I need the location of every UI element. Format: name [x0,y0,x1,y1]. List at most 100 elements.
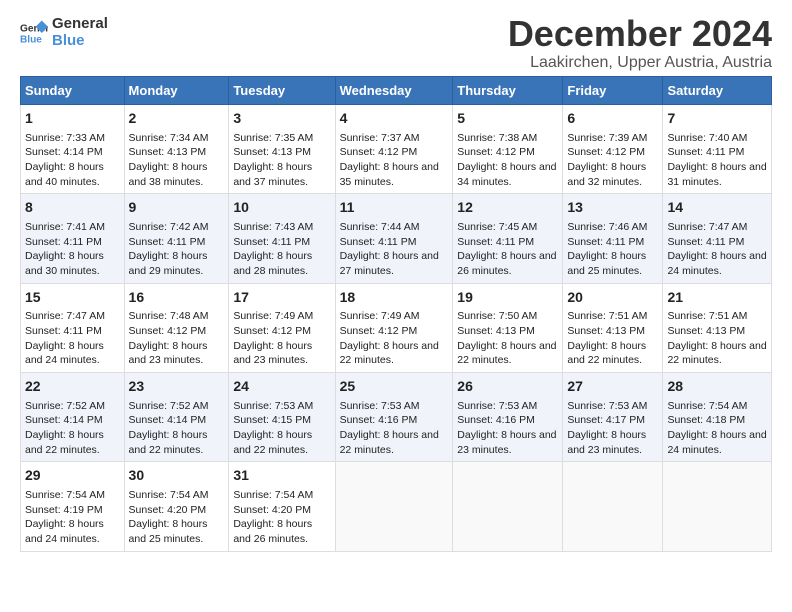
sunrise-text: Sunrise: 7:47 AM [25,309,120,324]
sunrise-text: Sunrise: 7:51 AM [567,309,658,324]
sunrise-text: Sunrise: 7:38 AM [457,131,558,146]
daylight-text: Daylight: 8 hours and 37 minutes. [233,160,330,189]
sunset-text: Sunset: 4:11 PM [129,235,225,250]
sunset-text: Sunset: 4:18 PM [667,413,767,428]
day-number: 21 [667,288,767,308]
daylight-text: Daylight: 8 hours and 22 minutes. [667,339,767,368]
day-number: 19 [457,288,558,308]
daylight-text: Daylight: 8 hours and 22 minutes. [25,428,120,457]
sunset-text: Sunset: 4:11 PM [667,145,767,160]
header-cell-saturday: Saturday [663,77,772,105]
daylight-text: Daylight: 8 hours and 23 minutes. [233,339,330,368]
daylight-text: Daylight: 8 hours and 24 minutes. [667,249,767,278]
sunrise-text: Sunrise: 7:51 AM [667,309,767,324]
sunset-text: Sunset: 4:13 PM [129,145,225,160]
daylight-text: Daylight: 8 hours and 22 minutes. [340,428,449,457]
day-cell: 28Sunrise: 7:54 AMSunset: 4:18 PMDayligh… [663,373,772,462]
sunrise-text: Sunrise: 7:44 AM [340,220,449,235]
sunrise-text: Sunrise: 7:35 AM [233,131,330,146]
day-cell: 31Sunrise: 7:54 AMSunset: 4:20 PMDayligh… [229,462,335,551]
day-number: 20 [567,288,658,308]
sunrise-text: Sunrise: 7:48 AM [129,309,225,324]
day-cell: 1Sunrise: 7:33 AMSunset: 4:14 PMDaylight… [21,105,125,194]
sunset-text: Sunset: 4:12 PM [457,145,558,160]
day-number: 23 [129,377,225,397]
day-number: 2 [129,109,225,129]
sunset-text: Sunset: 4:14 PM [25,145,120,160]
sunrise-text: Sunrise: 7:53 AM [457,399,558,414]
day-number: 4 [340,109,449,129]
daylight-text: Daylight: 8 hours and 34 minutes. [457,160,558,189]
day-cell: 21Sunrise: 7:51 AMSunset: 4:13 PMDayligh… [663,283,772,372]
sunrise-text: Sunrise: 7:46 AM [567,220,658,235]
day-number: 22 [25,377,120,397]
daylight-text: Daylight: 8 hours and 40 minutes. [25,160,120,189]
day-cell: 5 Sunrise: 7:38 AMSunset: 4:12 PMDaylight… [453,105,563,194]
daylight-text: Daylight: 8 hours and 24 minutes. [667,428,767,457]
header: General Blue General Blue December 2024 … [20,16,772,72]
sunset-text: Sunset: 4:13 PM [667,324,767,339]
sunset-text: Sunset: 4:16 PM [457,413,558,428]
day-number: 14 [667,198,767,218]
daylight-text: Daylight: 8 hours and 26 minutes. [233,517,330,546]
day-cell: 9Sunrise: 7:42 AMSunset: 4:11 PMDaylight… [124,194,229,283]
day-cell: 7Sunrise: 7:40 AMSunset: 4:11 PMDaylight… [663,105,772,194]
logo-icon: General Blue [20,19,48,47]
day-number: 29 [25,466,120,486]
week-row-4: 22Sunrise: 7:52 AMSunset: 4:14 PMDayligh… [21,373,772,462]
sunrise-text: Sunrise: 7:54 AM [25,488,120,503]
day-number: 5 [457,109,558,129]
header-cell-friday: Friday [563,77,663,105]
sunrise-text: Sunrise: 7:53 AM [567,399,658,414]
daylight-text: Daylight: 8 hours and 25 minutes. [567,249,658,278]
day-cell: 30Sunrise: 7:54 AMSunset: 4:20 PMDayligh… [124,462,229,551]
daylight-text: Daylight: 8 hours and 22 minutes. [129,428,225,457]
sunset-text: Sunset: 4:11 PM [667,235,767,250]
sunset-text: Sunset: 4:12 PM [567,145,658,160]
day-cell: 27Sunrise: 7:53 AMSunset: 4:17 PMDayligh… [563,373,663,462]
sunset-text: Sunset: 4:11 PM [340,235,449,250]
logo-text-general: General [52,16,108,33]
svg-text:Blue: Blue [20,34,42,45]
sunrise-text: Sunrise: 7:34 AM [129,131,225,146]
sunrise-text: Sunrise: 7:33 AM [25,131,120,146]
day-cell: 24 Sunrise: 7:53 AMSunset: 4:15 PMDayligh… [229,373,335,462]
page: General Blue General Blue December 2024 … [0,0,792,562]
week-row-2: 8Sunrise: 7:41 AMSunset: 4:11 PMDaylight… [21,194,772,283]
day-cell: 15Sunrise: 7:47 AMSunset: 4:11 PMDayligh… [21,283,125,372]
daylight-text: Daylight: 8 hours and 22 minutes. [567,339,658,368]
sunset-text: Sunset: 4:20 PM [233,503,330,518]
daylight-text: Daylight: 8 hours and 27 minutes. [340,249,449,278]
sunrise-text: Sunrise: 7:43 AM [233,220,330,235]
daylight-text: Daylight: 8 hours and 31 minutes. [667,160,767,189]
sunset-text: Sunset: 4:15 PM [233,413,330,428]
day-cell: 20Sunrise: 7:51 AMSunset: 4:13 PMDayligh… [563,283,663,372]
sunrise-text: Sunrise: 7:53 AM [233,399,330,414]
sunset-text: Sunset: 4:14 PM [129,413,225,428]
day-cell: 16Sunrise: 7:48 AMSunset: 4:12 PMDayligh… [124,283,229,372]
day-number: 18 [340,288,449,308]
sunset-text: Sunset: 4:11 PM [25,235,120,250]
day-number: 11 [340,198,449,218]
daylight-text: Daylight: 8 hours and 22 minutes. [233,428,330,457]
day-cell [335,462,453,551]
day-number: 26 [457,377,558,397]
header-row: SundayMondayTuesdayWednesdayThursdayFrid… [21,77,772,105]
sunrise-text: Sunrise: 7:37 AM [340,131,449,146]
header-cell-tuesday: Tuesday [229,77,335,105]
day-number: 9 [129,198,225,218]
header-cell-wednesday: Wednesday [335,77,453,105]
daylight-text: Daylight: 8 hours and 30 minutes. [25,249,120,278]
day-number: 15 [25,288,120,308]
day-number: 24 [233,377,330,397]
daylight-text: Daylight: 8 hours and 25 minutes. [129,517,225,546]
sunrise-text: Sunrise: 7:52 AM [25,399,120,414]
sunrise-text: Sunrise: 7:50 AM [457,309,558,324]
sunset-text: Sunset: 4:11 PM [25,324,120,339]
day-cell: 12Sunrise: 7:45 AMSunset: 4:11 PMDayligh… [453,194,563,283]
day-cell: 13Sunrise: 7:46 AMSunset: 4:11 PMDayligh… [563,194,663,283]
day-cell: 17Sunrise: 7:49 AMSunset: 4:12 PMDayligh… [229,283,335,372]
day-cell: 8Sunrise: 7:41 AMSunset: 4:11 PMDaylight… [21,194,125,283]
daylight-text: Daylight: 8 hours and 23 minutes. [457,428,558,457]
day-number: 25 [340,377,449,397]
